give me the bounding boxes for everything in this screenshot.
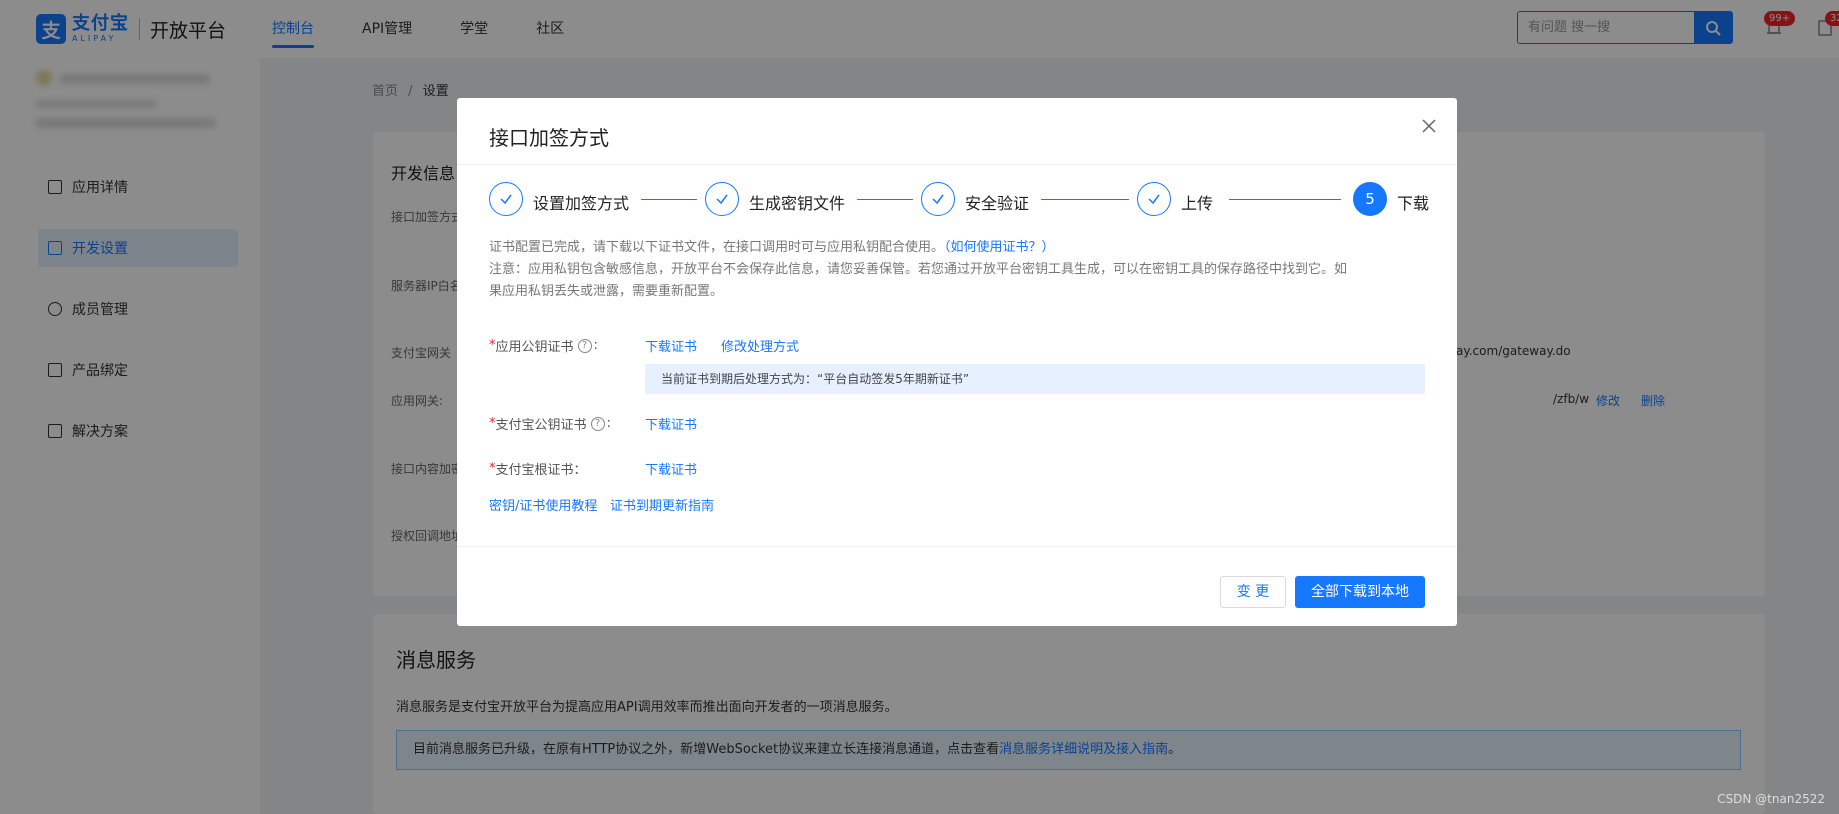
alipay-cert-label-text: 支付宝公钥证书 [495,418,587,433]
steps-bar: 设置加签方式 生成密钥文件 安全验证 上传 5 下载 [489,182,1429,218]
download-app-cert-link[interactable]: 下载证书 [645,336,697,355]
step-connector [1229,199,1341,200]
download-all-button[interactable]: 全部下载到本地 [1295,576,1425,608]
step-connector [1041,199,1129,200]
download-root-cert-link[interactable]: 下载证书 [645,459,697,478]
close-icon[interactable] [1419,116,1439,136]
help-icon[interactable]: ? [577,338,592,353]
alipay-cert-label: * 支付宝公钥证书 ? : [489,414,611,433]
check-icon [489,182,523,216]
step-1-label: 设置加签方式 [533,194,630,213]
info-line-1: 证书配置已完成，请下载以下证书文件，在接口调用时可与应用私钥配合使用。（如何使用… [489,237,1055,259]
modal-title: 接口加签方式 [489,126,609,150]
key-cert-tutorial-link[interactable]: 密钥/证书使用教程 [489,495,597,514]
modal-header-divider [457,164,1457,165]
modify-handling-link[interactable]: 修改处理方式 [721,336,799,355]
check-icon [705,182,739,216]
step-5-number: 5 [1353,182,1387,216]
step-connector [857,199,913,200]
modal-footer-divider [457,546,1457,547]
check-icon [1137,182,1171,216]
info-text: 证书配置已完成，请下载以下证书文件，在接口调用时可与应用私钥配合使用。 [489,240,945,255]
root-cert-label: * 支付宝根证书 ： [489,459,587,478]
app-cert-label: * 应用公钥证书 ? : [489,336,598,355]
root-cert-label-text: 支付宝根证书 [495,463,574,478]
download-alipay-cert-link[interactable]: 下载证书 [645,414,697,433]
signing-method-modal: 接口加签方式 设置加签方式 生成密钥文件 安全验证 上传 5 下载 证书配置已完… [457,98,1457,626]
help-icon[interactable]: ? [590,416,605,431]
info-line-3: 果应用私钥丢失或泄露，需要重新配置。 [489,284,724,299]
cert-expiry-tip: 当前证书到期后处理方式为：“平台自动签发5年期新证书” [645,364,1425,394]
check-icon [921,182,955,216]
watermark: CSDN @tnan2522 [1717,792,1825,806]
step-5-label: 下载 [1397,194,1430,213]
colon: : [606,416,611,431]
change-button[interactable]: 变 更 [1220,576,1286,608]
colon: ： [573,463,587,478]
how-to-use-cert-link[interactable]: （如何使用证书？） [944,240,1055,255]
cert-renew-guide-link[interactable]: 证书到期更新指南 [610,495,714,514]
info-line-2: 注意：应用私钥包含敏感信息，开放平台不会保存此信息，请您妥善保管。若您通过开放平… [489,262,1348,277]
step-2-label: 生成密钥文件 [749,194,846,213]
step-3-label: 安全验证 [965,194,1030,213]
step-connector [641,199,697,200]
app-cert-label-text: 应用公钥证书 [495,340,574,355]
colon: : [593,338,598,353]
step-4-label: 上传 [1181,194,1214,213]
